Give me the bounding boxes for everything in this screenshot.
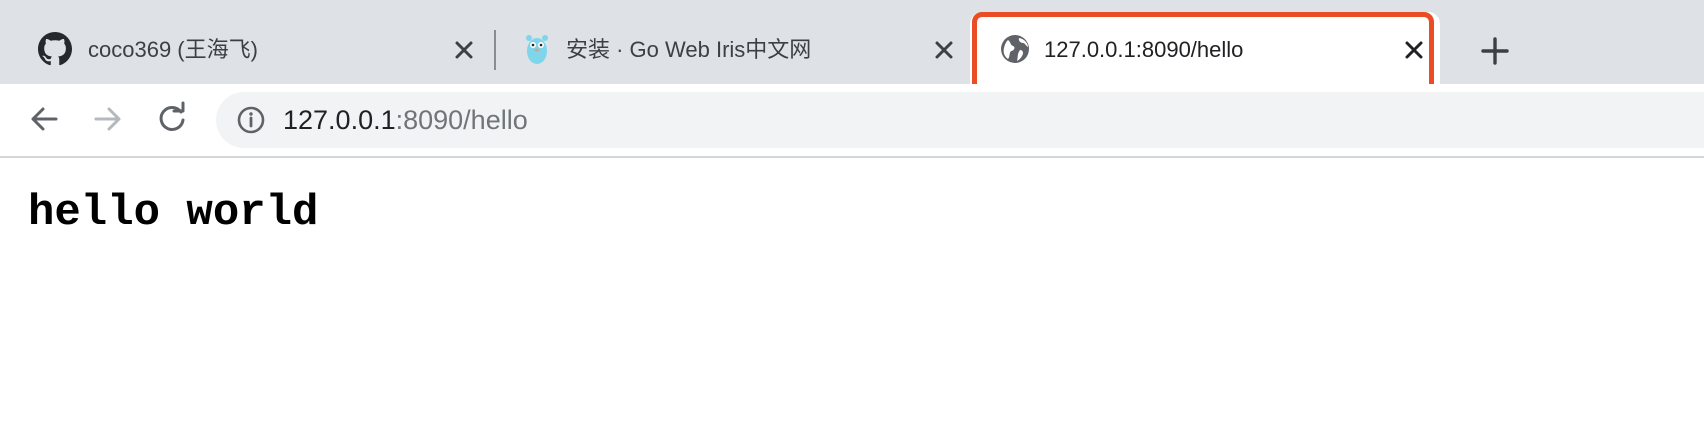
back-icon[interactable]	[26, 101, 62, 137]
close-tab-icon[interactable]	[450, 36, 478, 64]
page-body-text: hello world	[28, 188, 319, 238]
github-icon	[38, 32, 72, 66]
toolbar-divider	[0, 156, 1704, 158]
forward-icon[interactable]	[90, 101, 126, 137]
tab-github[interactable]: coco369 (王海飞)	[0, 12, 490, 88]
gopher-icon	[520, 32, 554, 66]
tab-title: 安装 · Go Web Iris中文网	[566, 37, 812, 62]
tab-title: coco369 (王海飞)	[88, 37, 258, 62]
url-text[interactable]: 127.0.0.1:8090/hello	[283, 92, 528, 148]
new-tab-icon[interactable]	[1478, 34, 1512, 68]
reload-icon[interactable]	[154, 101, 190, 137]
url-path: :8090/hello	[395, 105, 528, 135]
site-info-icon[interactable]	[236, 105, 266, 135]
url-host: 127.0.0.1	[283, 105, 396, 135]
tab-iris[interactable]: 安装 · Go Web Iris中文网	[490, 12, 970, 88]
close-tab-icon[interactable]	[930, 36, 958, 64]
